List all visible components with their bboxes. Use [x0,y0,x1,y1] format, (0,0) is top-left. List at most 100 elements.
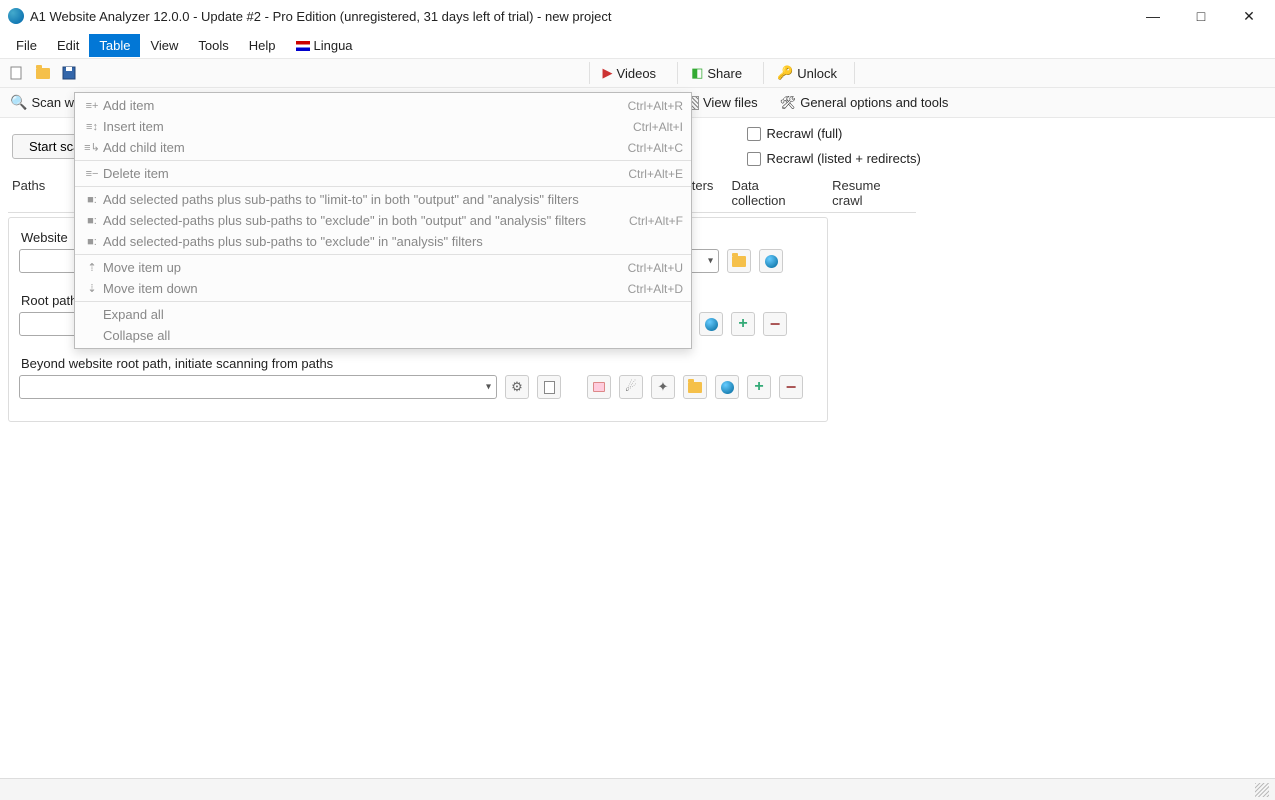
website-folder-button[interactable] [727,249,751,273]
beyond-folder-button[interactable] [683,375,707,399]
options-label: General options and tools [800,95,948,110]
menu-item[interactable]: Collapse all [75,325,691,346]
search-icon: 🔍 [10,94,27,111]
tab-paths[interactable]: Paths [10,176,47,210]
table-menu-dropdown: ≡+Add itemCtrl+Alt+R≡↕Insert itemCtrl+Al… [74,92,692,349]
menu-item[interactable]: ■:Add selected-paths plus sub-paths to "… [75,231,691,252]
menu-item-icon: ≡+ [83,100,101,112]
titlebar: A1 Website Analyzer 12.0.0 - Update #2 -… [0,0,1275,32]
unlock-button[interactable]: 🔑Unlock [768,62,846,84]
beyond-erase-button[interactable] [587,375,611,399]
menu-item-icon: ≡↕ [83,121,101,133]
menu-item-label: Add selected paths plus sub-paths to "li… [103,192,683,207]
view-files-label: View files [703,95,758,110]
resize-grip[interactable] [1255,783,1269,797]
menu-file[interactable]: File [6,34,47,57]
globe-icon [765,255,778,268]
menu-help[interactable]: Help [239,34,286,57]
menu-item-label: Add child item [103,140,628,155]
tool-icon: ✦ [658,379,669,395]
rootpath-label: Root path [21,293,77,308]
website-label: Website [21,230,68,245]
menu-item[interactable]: ■:Add selected-paths plus sub-paths to "… [75,210,691,231]
menu-item[interactable]: ≡+Add itemCtrl+Alt+R [75,95,691,116]
open-button[interactable] [32,62,54,84]
menu-view[interactable]: View [140,34,188,57]
recrawl-full-checkbox[interactable]: Recrawl (full) [747,126,921,141]
checkbox-icon [747,127,761,141]
menu-tools[interactable]: Tools [188,34,238,57]
videos-label: Videos [617,66,657,81]
maximize-button[interactable]: □ [1187,2,1215,30]
view-files-button[interactable]: View files [681,93,762,112]
menu-lingua[interactable]: Lingua [286,34,363,57]
beyond-remove-button[interactable]: − [779,375,803,399]
menu-item[interactable]: ≡↕Insert itemCtrl+Alt+I [75,116,691,137]
beyond-doc-button[interactable] [537,375,561,399]
rootpath-globe-button[interactable] [699,312,723,336]
menu-item-icon: ■: [83,215,101,227]
menu-item[interactable]: Expand all [75,304,691,325]
beyond-globe-button[interactable] [715,375,739,399]
menu-item-shortcut: Ctrl+Alt+C [628,141,683,155]
menu-edit[interactable]: Edit [47,34,89,57]
recrawl-listed-checkbox[interactable]: Recrawl (listed + redirects) [747,151,921,166]
plus-icon: + [754,378,763,396]
menu-item-label: Move item down [103,281,628,296]
menu-item-label: Add item [103,98,628,113]
menu-item[interactable]: ⇣Move item downCtrl+Alt+D [75,278,691,299]
menu-item-icon: ⇣ [83,282,101,295]
tab-data-collection[interactable]: Data collection [729,176,816,210]
beyond-tool2-button[interactable]: ✦ [651,375,675,399]
tools-icon: 🛠 [780,95,797,111]
share-button[interactable]: ◧Share [682,62,751,84]
website-globe-button[interactable] [759,249,783,273]
content-area: ≡+Add itemCtrl+Alt+R≡↕Insert itemCtrl+Al… [0,118,1275,778]
general-options-button[interactable]: 🛠General options and tools [776,93,953,113]
beyond-tool1-button[interactable]: ☄ [619,375,643,399]
beyond-input[interactable] [19,375,497,399]
videos-button[interactable]: ▶Videos [594,62,666,84]
beyond-gear1-button[interactable]: ⚙ [505,375,529,399]
rootpath-add-button[interactable]: + [731,312,755,336]
gear-icon: ⚙ [511,379,523,395]
save-button[interactable] [58,62,80,84]
flag-icon [296,41,310,51]
menu-item-label: Delete item [103,166,628,181]
menu-item-icon: ≡↳ [83,141,101,154]
app-icon [8,8,24,24]
unlock-label: Unlock [797,66,837,81]
menu-item-shortcut: Ctrl+Alt+E [628,167,683,181]
menu-item-shortcut: Ctrl+Alt+D [628,282,683,296]
share-label: Share [707,66,742,81]
rootpath-remove-button[interactable]: − [763,312,787,336]
new-button[interactable] [6,62,28,84]
menu-item-icon: ■: [83,194,101,206]
beyond-label: Beyond website root path, initiate scann… [21,356,333,371]
menu-item-shortcut: Ctrl+Alt+R [628,99,683,113]
menu-lingua-label: Lingua [314,38,353,53]
menu-item[interactable]: ⇡Move item upCtrl+Alt+U [75,257,691,278]
recrawl-listed-label: Recrawl (listed + redirects) [767,151,921,166]
tab-resume-crawl[interactable]: Resume crawl [830,176,914,210]
menu-item-label: Add selected-paths plus sub-paths to "ex… [103,234,683,249]
eraser-icon [593,382,605,392]
folder-icon [36,68,50,79]
minimize-button[interactable]: ― [1139,2,1167,30]
statusbar [0,778,1275,800]
menu-item[interactable]: ≡↳Add child itemCtrl+Alt+C [75,137,691,158]
doc-icon [544,381,555,394]
folder-icon [688,382,702,393]
close-button[interactable]: ✕ [1235,2,1263,30]
beyond-add-button[interactable]: + [747,375,771,399]
menu-item[interactable]: ■:Add selected paths plus sub-paths to "… [75,189,691,210]
menu-item-label: Move item up [103,260,628,275]
menu-item-label: Insert item [103,119,633,134]
window-title: A1 Website Analyzer 12.0.0 - Update #2 -… [30,9,1139,24]
menu-item-shortcut: Ctrl+Alt+I [633,120,683,134]
globe-icon [721,381,734,394]
menubar: File Edit Table View Tools Help Lingua [0,32,1275,58]
menu-item[interactable]: ≡−Delete itemCtrl+Alt+E [75,163,691,184]
menu-table[interactable]: Table [89,34,140,57]
toolbar-main: ▶Videos ◧Share 🔑Unlock [0,58,1275,88]
